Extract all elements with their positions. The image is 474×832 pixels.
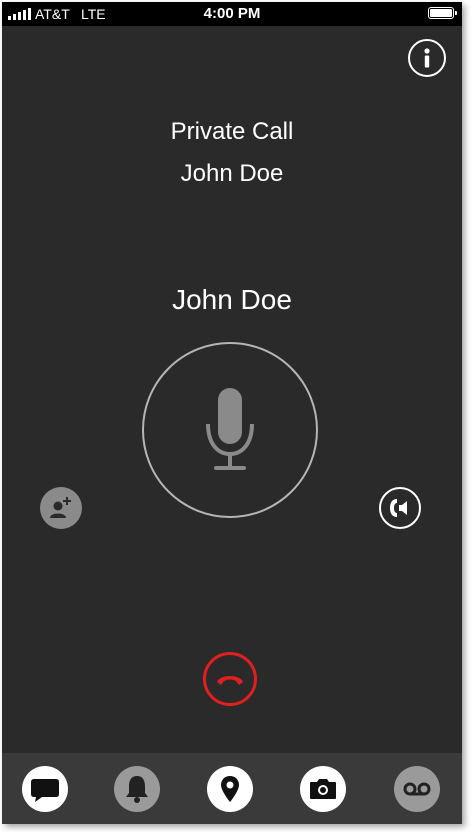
push-to-talk-button[interactable] — [142, 342, 318, 518]
bottom-tab-bar — [2, 753, 462, 824]
speaker-toggle-button[interactable] — [379, 487, 421, 529]
location-pin-icon — [221, 776, 239, 802]
current-speaker-name: John Doe — [172, 284, 292, 315]
battery-icon — [428, 7, 457, 19]
info-button[interactable] — [408, 39, 446, 77]
tab-camera[interactable] — [300, 766, 346, 812]
clock: 4:00 PM — [203, 5, 261, 22]
end-call-icon — [217, 676, 243, 685]
phone-screen: AT&T LTE 4:00 PM Private Call John Doe J… — [2, 2, 462, 824]
tab-messages[interactable] — [22, 766, 68, 812]
chat-bubble-icon — [31, 779, 59, 802]
add-user-icon — [50, 497, 71, 518]
speaker-icon — [390, 499, 407, 517]
voicemail-icon — [403, 782, 431, 796]
contact-name: John Doe — [180, 160, 284, 187]
call-type-label: Private Call — [170, 118, 294, 145]
tab-location[interactable] — [207, 766, 253, 812]
camera-icon — [310, 779, 336, 799]
bell-icon — [126, 776, 148, 803]
add-participant-button[interactable] — [40, 487, 82, 529]
end-call-button[interactable] — [203, 652, 257, 706]
status-bar: AT&T LTE 4:00 PM — [2, 2, 462, 26]
info-icon — [424, 48, 430, 68]
microphone-icon — [206, 388, 254, 470]
tab-voicemail[interactable] — [394, 766, 440, 812]
tab-alerts[interactable] — [114, 766, 160, 812]
